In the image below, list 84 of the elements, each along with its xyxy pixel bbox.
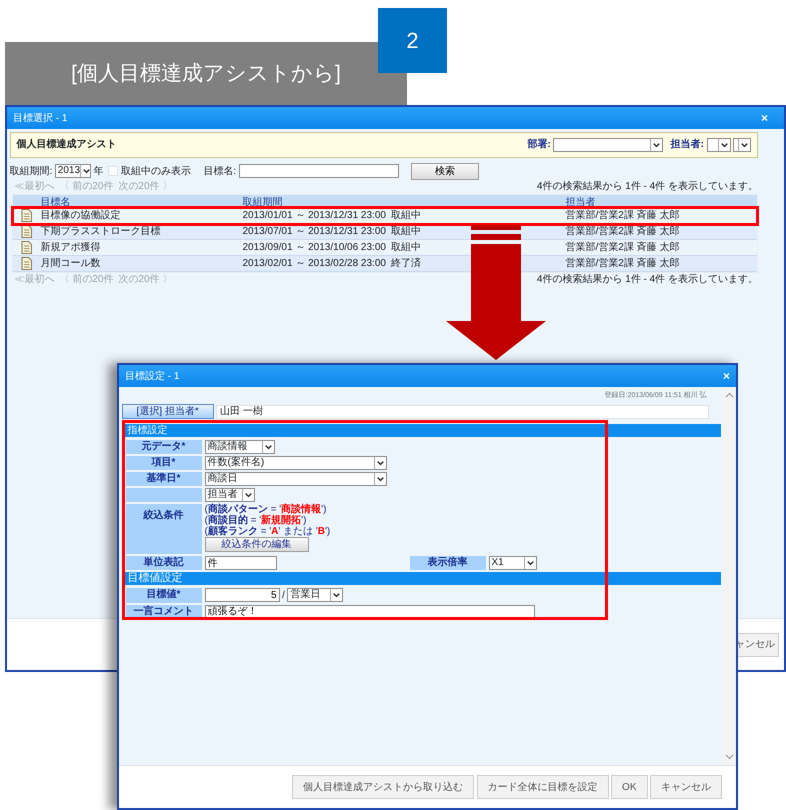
unit-label: 年 (93, 164, 104, 178)
caret-icon (374, 472, 386, 484)
table-cell-text: 2013/09/01 ～ 2013/10/06 23:00 (242, 240, 386, 254)
field-label: 担当者: (670, 138, 704, 152)
table-cell-text: 営業部/営業2課 斉藤 太郎 (566, 224, 680, 238)
assignee-field: 山田 一樹 (216, 404, 708, 418)
search-button[interactable]: 検索 (411, 162, 480, 180)
table-row[interactable]: 目標像の協働設定 2013/01/01 ～ 2013/12/31 23:00 取組中 営業部/営業2課 斉藤 太郎 (12, 208, 757, 224)
dropdown[interactable] (733, 138, 751, 152)
scrollbar[interactable] (723, 387, 736, 765)
dialog-button[interactable]: 個人目標達成アシストから取り込む (292, 775, 474, 799)
scroll-down-icon (725, 754, 734, 760)
caption-banner: [個人目標達成アシストから] (5, 42, 407, 105)
dialog-button[interactable]: カード全体に目標を設定 (476, 775, 609, 799)
status-cell-text: 取組中 (390, 208, 421, 222)
field-label: 絞込条件 (126, 504, 202, 554)
scroll-up-icon (725, 392, 734, 398)
caret-icon (374, 456, 386, 468)
field-label: 基準日* (126, 472, 202, 486)
table-cell-text: 営業部/営業2課 斉藤 太郎 (566, 256, 680, 270)
checkbox-label: 取組中のみ表示 (120, 164, 191, 178)
result-summary: 4件の検索結果から 1件 - 4件 を表示しています。 (536, 180, 758, 194)
field-label: 単位表記 (126, 556, 202, 570)
field-label: 部署: (527, 138, 551, 152)
dropdown[interactable]: X1 (488, 556, 536, 570)
status-cell-text: 終了済 (390, 256, 421, 270)
field-label: 一言コメント (126, 604, 202, 618)
caret-icon (738, 138, 750, 150)
table-cell-text: 月間コール数 (40, 256, 102, 270)
result-summary: 4件の検索結果から 1件 - 4件 を表示しています。 (536, 272, 758, 287)
status-cell-text: 取組中 (390, 240, 421, 254)
table-cell-text: 下期プラスストローク目標 (40, 224, 162, 238)
field-label: 取組期間: (10, 164, 52, 178)
assignee-button[interactable]: [選択] 担当者* (122, 404, 214, 419)
caret-icon (330, 589, 342, 601)
filter-condition: (顧客ランク = 'A' または 'B') (204, 526, 332, 536)
caret-icon (242, 488, 254, 500)
dropdown[interactable]: 商談日 (204, 472, 386, 486)
input-field[interactable]: 件 (204, 556, 276, 570)
dialog-button[interactable]: OK (611, 775, 648, 799)
caret-icon (262, 440, 274, 452)
document-icon (20, 240, 32, 254)
field-label: 表示倍率 (410, 556, 486, 570)
filter-condition: (商談目的 = '新規開拓') (204, 514, 306, 526)
step-number: 2 (378, 8, 447, 73)
input-field[interactable] (238, 164, 399, 178)
window-title: 目標選択 - 1 (13, 112, 68, 126)
table-cell-text: 営業部/営業2課 斉藤 太郎 (566, 208, 680, 222)
edit-filter-button[interactable]: 絞込条件の編集 (204, 536, 308, 552)
separator: / (282, 588, 285, 602)
filter-condition: (商談パターン = '商談情報') (204, 504, 328, 514)
table-cell-text: 新規アポ獲得 (40, 240, 102, 254)
dropdown[interactable] (706, 138, 730, 152)
field-label: 項目* (126, 456, 202, 470)
dropdown[interactable]: 商談情報 (204, 440, 274, 454)
document-icon (20, 208, 32, 222)
document-icon (20, 256, 32, 270)
panel-title: 個人目標達成アシスト (16, 138, 116, 152)
column-header: 取組期間 (242, 196, 284, 210)
table-cell-text: 2013/02/01 ～ 2013/02/28 23:00 (242, 256, 386, 270)
caret-icon (718, 138, 730, 150)
caret-icon (80, 165, 92, 177)
field-label: 目標名: (203, 164, 236, 178)
dropdown[interactable]: 担当者 (204, 488, 254, 502)
status-cell-text: 取組中 (390, 224, 421, 238)
dropdown[interactable]: 件数(案件名) (204, 456, 386, 470)
table-cell-text: 営業部/営業2課 斉藤 太郎 (566, 240, 680, 254)
checkbox[interactable] (108, 166, 118, 176)
table-cell-text: 2013/07/01 ～ 2013/12/31 23:00 (242, 224, 386, 238)
field-label: 元データ* (126, 440, 202, 454)
dropdown[interactable]: 2013 (54, 164, 91, 178)
input-field[interactable]: 頑張るぞ！ (204, 604, 534, 618)
column-header: 担当者 (566, 196, 596, 210)
document-icon (20, 224, 32, 238)
window-title: 目標設定 - 1 (125, 370, 180, 384)
dropdown[interactable]: 営業日 (287, 588, 344, 602)
input-field[interactable]: 5 (204, 588, 280, 602)
caret-icon (650, 138, 662, 150)
table-cell-text: 目標像の協働設定 (40, 208, 122, 222)
field-label: 目標値* (126, 588, 202, 602)
table-cell-text: 2013/01/01 ～ 2013/12/31 23:00 (242, 208, 386, 222)
dialog-button[interactable]: キャンセル (650, 775, 722, 799)
column-header: 目標名 (40, 196, 72, 210)
caret-icon (524, 557, 536, 569)
